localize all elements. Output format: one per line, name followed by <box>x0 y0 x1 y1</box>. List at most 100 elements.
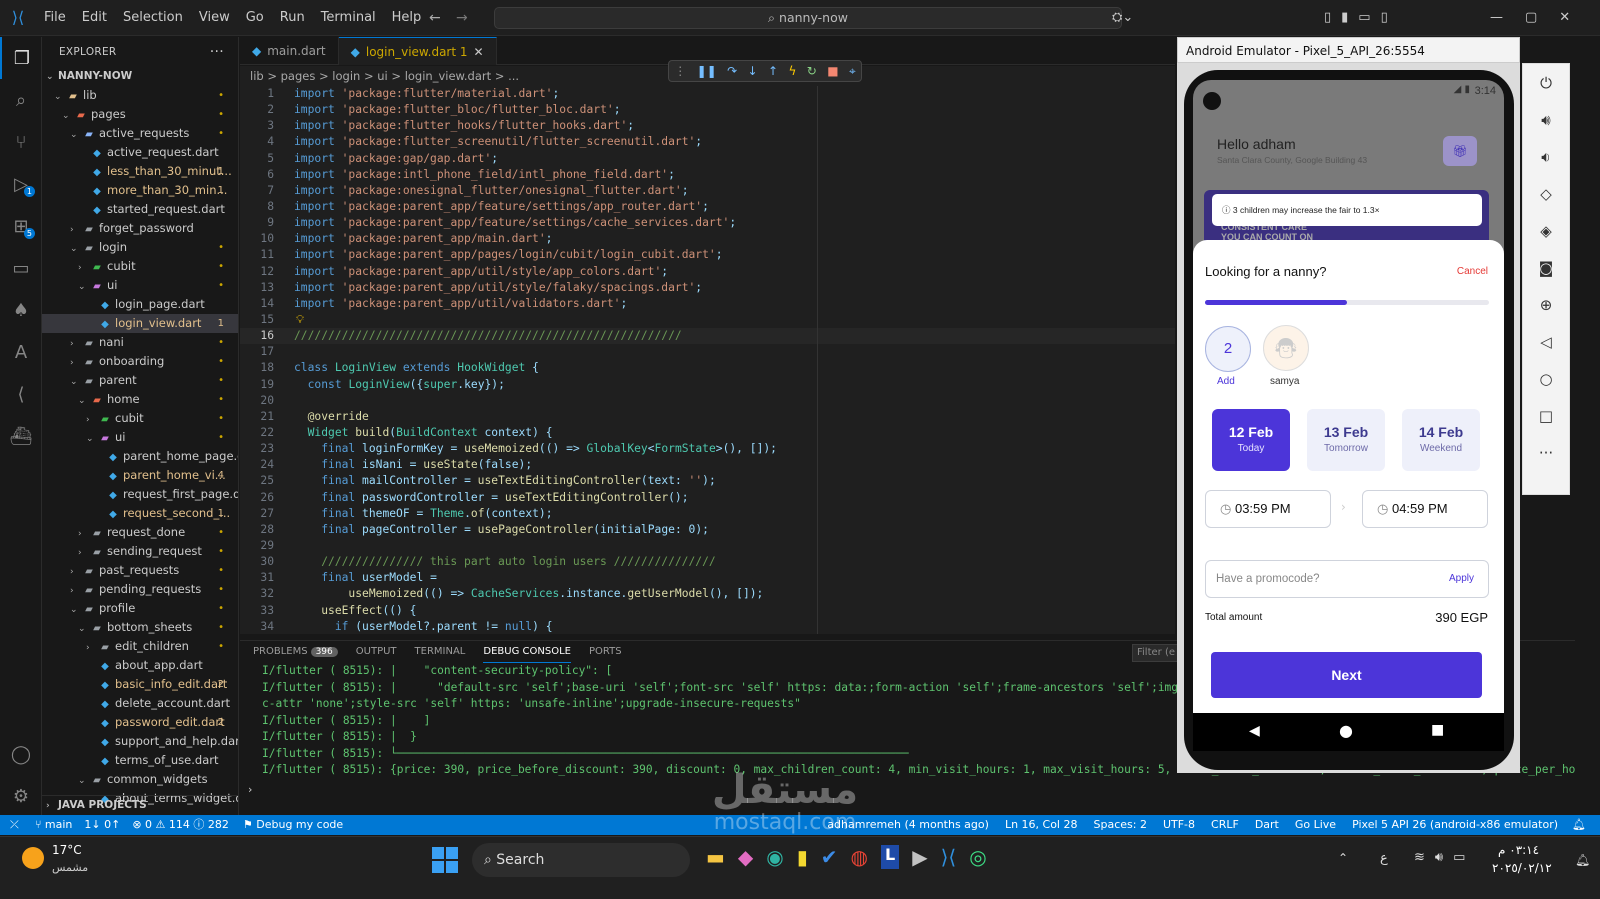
time-from-field[interactable]: ◷ 03:59 PM <box>1205 490 1331 528</box>
back-arrow-icon[interactable]: ← <box>429 10 441 26</box>
step-over-icon[interactable]: ↷ <box>727 64 737 78</box>
chrome-icon[interactable]: ◍ <box>851 845 868 869</box>
extensions-icon[interactable]: ⊞ 5 <box>0 205 42 247</box>
menu-file[interactable]: File <box>36 0 74 36</box>
menu-edit[interactable]: Edit <box>74 0 115 36</box>
tree-folder[interactable]: › ▰ cubit • <box>42 409 238 428</box>
tree-file[interactable]: ◆ support_and_help.dart <box>42 732 238 751</box>
code-line[interactable]: 2 import 'package:flutter_bloc/flutter_bl… <box>240 102 1175 118</box>
tree-file[interactable]: ◆ request_second_... 1 <box>42 504 238 523</box>
code-line[interactable]: 15 💡︎ <box>240 312 1175 328</box>
tree-folder[interactable]: ⌄ ▰ lib • <box>42 86 238 105</box>
tab-terminal[interactable]: TERMINAL <box>415 641 466 663</box>
tree-folder[interactable]: › ▰ sending_request • <box>42 542 238 561</box>
clock-time[interactable]: ٠٣:١٤ م <box>1498 843 1539 857</box>
explorer-icon[interactable]: ❐ <box>0 37 42 79</box>
code-line[interactable]: 7 import 'package:onesignal_flutter/onesi… <box>240 183 1175 199</box>
code-line[interactable]: 8 import 'package:parent_app/feature/sett… <box>240 199 1175 215</box>
l-app-icon[interactable]: L <box>880 845 900 869</box>
remote-indicator-icon[interactable]: ⤫ <box>0 815 29 835</box>
root-folder[interactable]: ⌄ NANNY-NOW <box>42 67 238 86</box>
rotate-left-icon[interactable]: ◇ <box>1523 175 1569 212</box>
tree-folder[interactable]: › ▰ edit_children • <box>42 637 238 656</box>
todo-icon[interactable]: ✔ <box>821 845 838 869</box>
tree-file[interactable]: ◆ more_than_30_min... 1 <box>42 181 238 200</box>
console-filter-input[interactable]: Filter (e <box>1132 644 1178 662</box>
tree-file[interactable]: ◆ login_page.dart <box>42 295 238 314</box>
taskbar-search[interactable]: ⌕ Search <box>472 843 690 877</box>
tab-output[interactable]: OUTPUT <box>356 641 397 663</box>
code-line[interactable]: 14 import 'package:parent_app/util/valida… <box>240 296 1175 312</box>
tree-folder[interactable]: ⌄ ▰ login • <box>42 238 238 257</box>
tree-file[interactable]: ◆ started_request.dart <box>42 200 238 219</box>
code-line[interactable]: 19 const LoginView({super.key}); <box>240 377 1175 393</box>
code-line[interactable]: 22 Widget build(BuildContext context) { <box>240 425 1175 441</box>
restart-icon[interactable]: ↻ <box>807 64 817 78</box>
rotate-right-icon[interactable]: ◈ <box>1523 212 1569 249</box>
tree-folder[interactable]: ⌄ ▰ pages • <box>42 105 238 124</box>
overview-icon[interactable]: □ <box>1523 397 1569 434</box>
tree-folder[interactable]: ⌄ ▰ ui • <box>42 276 238 295</box>
tree-file[interactable]: ◆ terms_of_use.dart <box>42 751 238 770</box>
code-line[interactable]: 30 /////////////// this part auto login … <box>240 554 1175 570</box>
tree-file[interactable]: ◆ about_app.dart <box>42 656 238 675</box>
code-line[interactable]: 4 import 'package:flutter_screenutil/flut… <box>240 134 1175 150</box>
device-selector[interactable]: Pixel 5 API 26 (android-x86 emulator) <box>1344 815 1566 835</box>
tree-file[interactable]: ◆ parent_home_vi... 4 <box>42 466 238 485</box>
tab-problems[interactable]: PROBLEMS 396 <box>253 641 338 663</box>
file-explorer-icon[interactable]: ▬ <box>706 845 725 869</box>
copilot-icon[interactable]: ⛭⌄ <box>1112 10 1133 25</box>
code-line[interactable]: 12 import 'package:parent_app/util/style/… <box>240 264 1175 280</box>
home-icon[interactable]: ○ <box>1523 360 1569 397</box>
run-debug-icon[interactable]: ▷ 1 <box>0 163 42 205</box>
encoding[interactable]: UTF-8 <box>1155 815 1203 835</box>
source-control-icon[interactable]: ⑂ <box>0 121 42 163</box>
bell-icon[interactable]: 🔔︎ <box>1566 815 1600 835</box>
tray-icons[interactable]: ≋🔊︎▭ <box>1414 850 1475 865</box>
code-line[interactable]: 29 <box>240 538 1175 554</box>
tree-folder[interactable]: › ▰ onboarding • <box>42 352 238 371</box>
tab-login-view-dart[interactable]: ◆ login_view.dart 1 ✕ <box>338 37 497 66</box>
code-line[interactable]: 1 import 'package:flutter/material.dart'; <box>240 86 1175 102</box>
mongodb-icon[interactable]: ♠ <box>0 289 42 331</box>
menu-selection[interactable]: Selection <box>115 0 191 36</box>
account-icon[interactable]: ◯ <box>0 733 42 775</box>
step-out-icon[interactable]: ↑ <box>768 64 778 78</box>
nav-home-icon[interactable]: ● <box>1339 721 1353 740</box>
azure-icon[interactable]: A <box>0 331 42 373</box>
gift-icon[interactable]: 🎁︎ <box>1443 136 1477 166</box>
promocode-input[interactable]: Have a promocode? Apply <box>1205 560 1489 598</box>
input-language[interactable]: ع <box>1380 851 1388 866</box>
day-option[interactable]: 12 Feb Today <box>1212 409 1290 471</box>
indentation[interactable]: Spaces: 2 <box>1086 815 1155 835</box>
tree-file[interactable]: ◆ password_edit.dart 2 <box>42 713 238 732</box>
menu-run[interactable]: Run <box>272 0 313 36</box>
code-line[interactable]: 6 import 'package:intl_phone_field/intl_p… <box>240 167 1175 183</box>
code-line[interactable]: 11 import 'package:parent_app/pages/login… <box>240 247 1175 263</box>
tab-main-dart[interactable]: ◆ main.dart <box>240 37 339 65</box>
close-icon[interactable]: ✕ <box>474 38 484 66</box>
tree-folder[interactable]: ⌄ ▰ common_widgets <box>42 770 238 789</box>
tree-file[interactable]: ◆ request_first_page.dart <box>42 485 238 504</box>
code-line[interactable]: 34 if (userModel?.parent != null) { <box>240 619 1175 634</box>
debug-config[interactable]: ⚑ Debug my code <box>235 815 351 835</box>
tree-folder[interactable]: ⌄ ▰ home • <box>42 390 238 409</box>
tray-chevron-icon[interactable]: ⌃ <box>1338 851 1348 865</box>
code-editor[interactable]: 1 import 'package:flutter/material.dart';… <box>240 86 1175 634</box>
menu-go[interactable]: Go <box>238 0 272 36</box>
docker-icon[interactable]: ⛴ <box>0 415 42 457</box>
volume-up-icon[interactable]: 🔊︎ <box>1523 101 1569 138</box>
java-projects-section[interactable]: › JAVA PROJECTS <box>42 795 238 814</box>
tree-folder[interactable]: › ▰ request_done • <box>42 523 238 542</box>
day-option[interactable]: 14 Feb Weekend <box>1402 409 1480 471</box>
code-line[interactable]: 25 final mailController = useTextEditing… <box>240 473 1175 489</box>
devtools-icon[interactable]: ⌖ <box>849 64 856 79</box>
weather-sun-icon[interactable] <box>22 847 44 869</box>
window-controls[interactable]: —▢✕ <box>1490 10 1592 25</box>
tab-ports[interactable]: PORTS <box>589 641 622 663</box>
menu-terminal[interactable]: Terminal <box>313 0 384 36</box>
next-button[interactable]: Next <box>1211 652 1482 698</box>
start-button[interactable] <box>432 847 458 873</box>
code-line[interactable]: 20 <box>240 393 1175 409</box>
clock-date[interactable]: ٢٠٢٥/٠٢/١٢ <box>1492 861 1552 875</box>
